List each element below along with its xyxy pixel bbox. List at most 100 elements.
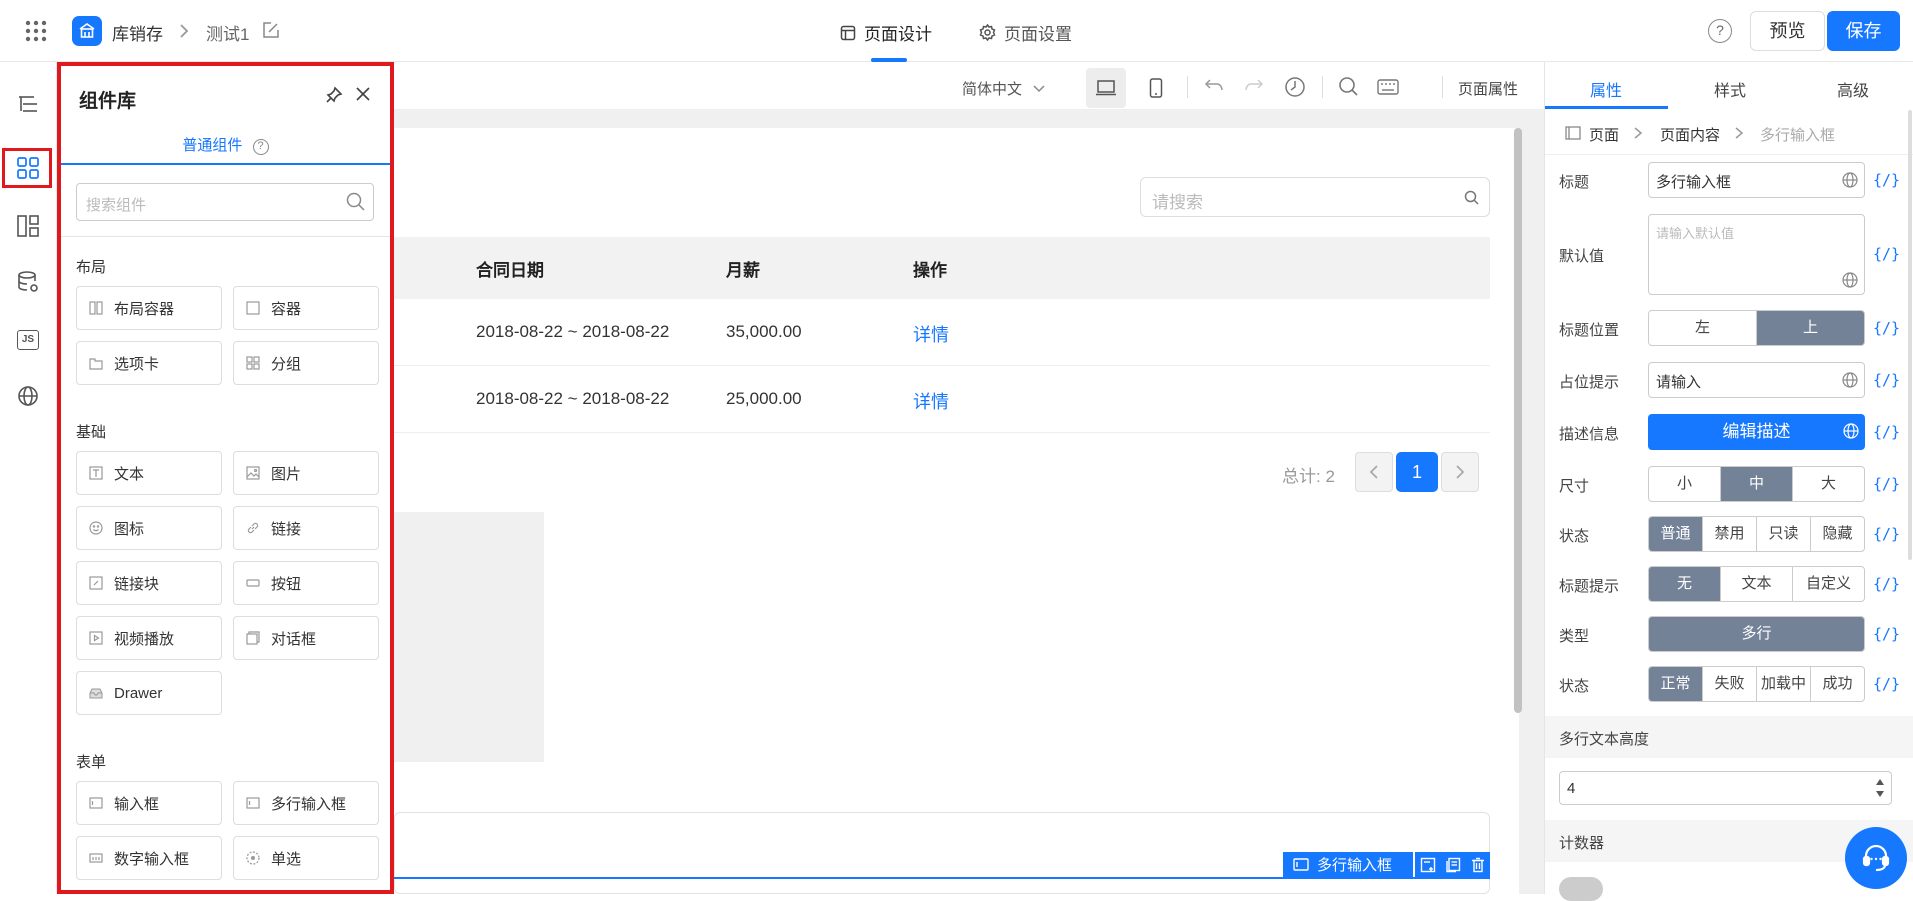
segment-option[interactable]: 小 xyxy=(1649,467,1721,501)
panel-scrollbar[interactable] xyxy=(1908,110,1912,560)
variable-binding-icon[interactable]: {/} xyxy=(1873,675,1900,693)
segment-option[interactable]: 成功 xyxy=(1811,667,1864,701)
preview-button[interactable]: 预览 xyxy=(1750,11,1825,51)
component-drawer[interactable]: Drawer xyxy=(76,671,222,715)
segment-option[interactable]: 失败 xyxy=(1703,667,1757,701)
component-number-input[interactable]: 数字输入框 xyxy=(76,836,222,880)
placeholder-input[interactable]: 请输入 xyxy=(1648,362,1865,398)
segment-option[interactable]: 隐藏 xyxy=(1811,517,1864,551)
component-dialog[interactable]: 对话框 xyxy=(233,616,379,660)
table-search-input[interactable]: 请搜索 xyxy=(1140,177,1490,217)
segment-option-selected[interactable]: 正常 xyxy=(1649,667,1703,701)
canvas-scrollbar[interactable] xyxy=(1514,128,1522,713)
globe-icon[interactable] xyxy=(1842,372,1858,388)
counter-toggle[interactable] xyxy=(1559,877,1603,901)
stepper-icon[interactable] xyxy=(1875,776,1885,800)
variable-binding-icon[interactable]: {/} xyxy=(1873,525,1900,543)
edit-description-button[interactable]: 编辑描述 xyxy=(1648,414,1865,450)
segment-option-selected[interactable]: 无 xyxy=(1649,567,1721,601)
next-page-button[interactable] xyxy=(1441,452,1479,492)
help-icon[interactable]: ? xyxy=(1708,19,1732,43)
tab-page-settings[interactable]: 页面设置 xyxy=(979,20,1072,45)
component-textarea[interactable]: 多行输入框 xyxy=(233,781,379,825)
insert-icon[interactable] xyxy=(1420,857,1436,873)
component-text[interactable]: 文本 xyxy=(76,451,222,495)
globe-icon[interactable] xyxy=(1842,172,1858,188)
component-search-input[interactable]: 搜索组件 xyxy=(76,183,374,221)
pin-icon[interactable] xyxy=(325,86,343,104)
breadcrumb-item[interactable]: 页面 xyxy=(1589,124,1619,145)
desktop-view-icon[interactable] xyxy=(1086,68,1126,108)
segment-option[interactable]: 文本 xyxy=(1721,567,1793,601)
detail-link[interactable]: 详情 xyxy=(913,388,949,414)
outline-icon[interactable] xyxy=(14,90,42,118)
globe-icon[interactable] xyxy=(1842,272,1858,288)
breadcrumb-item[interactable]: 页面内容 xyxy=(1660,124,1720,145)
segment-option-selected[interactable]: 上 xyxy=(1757,311,1864,345)
variable-binding-icon[interactable]: {/} xyxy=(1873,475,1900,493)
keyboard-icon[interactable] xyxy=(1377,79,1399,95)
detail-link[interactable]: 详情 xyxy=(913,321,949,347)
globe-icon[interactable] xyxy=(1843,423,1859,439)
redo-icon[interactable] xyxy=(1244,76,1266,96)
segment-option-selected[interactable]: 中 xyxy=(1721,467,1793,501)
default-value-textarea[interactable]: 请输入默认值 xyxy=(1648,214,1865,295)
save-button[interactable]: 保存 xyxy=(1827,11,1900,51)
component-icon[interactable]: 图标 xyxy=(76,506,222,550)
app-name[interactable]: 库销存 xyxy=(112,20,163,45)
component-group[interactable]: 分组 xyxy=(233,341,379,385)
component-container[interactable]: 容器 xyxy=(233,286,379,330)
tab-page-design[interactable]: 页面设计 xyxy=(840,20,932,45)
help-icon[interactable]: ? xyxy=(252,139,269,155)
component-radio[interactable]: 单选 xyxy=(233,836,379,880)
tab-style[interactable]: 样式 xyxy=(1714,77,1746,101)
component-link[interactable]: 链接 xyxy=(233,506,379,550)
segment-option[interactable]: 只读 xyxy=(1757,517,1811,551)
mobile-view-icon[interactable] xyxy=(1136,68,1176,108)
layout-icon[interactable] xyxy=(14,212,42,240)
support-chat-icon[interactable] xyxy=(1845,827,1907,889)
segment-option[interactable]: 自定义 xyxy=(1793,567,1864,601)
component-layout-container[interactable]: 布局容器 xyxy=(76,286,222,330)
variable-binding-icon[interactable]: {/} xyxy=(1873,245,1900,263)
segment-option[interactable]: 禁用 xyxy=(1703,517,1757,551)
segment-option[interactable]: 加载中 xyxy=(1757,667,1811,701)
component-input[interactable]: 输入框 xyxy=(76,781,222,825)
segment-option-selected[interactable]: 普通 xyxy=(1649,517,1703,551)
segment-option[interactable]: 左 xyxy=(1649,311,1757,345)
tab-advanced[interactable]: 高级 xyxy=(1837,77,1869,101)
copy-icon[interactable] xyxy=(1445,857,1461,873)
variable-binding-icon[interactable]: {/} xyxy=(1873,423,1900,441)
close-icon[interactable] xyxy=(355,86,371,102)
component-button[interactable]: 按钮 xyxy=(233,561,379,605)
datasource-icon[interactable] xyxy=(14,268,42,296)
delete-icon[interactable] xyxy=(1470,857,1486,873)
variable-binding-icon[interactable]: {/} xyxy=(1873,319,1900,337)
variable-binding-icon[interactable]: {/} xyxy=(1873,371,1900,389)
rows-number-input[interactable]: 4 xyxy=(1559,771,1892,805)
variable-binding-icon[interactable]: {/} xyxy=(1873,625,1900,643)
component-link-block[interactable]: 链接块 xyxy=(76,561,222,605)
segment-option-selected[interactable]: 多行 xyxy=(1649,617,1864,651)
history-icon[interactable] xyxy=(1284,76,1306,98)
apps-grid-icon[interactable] xyxy=(24,19,48,43)
components-icon[interactable] xyxy=(14,154,42,182)
current-page[interactable]: 1 xyxy=(1396,452,1438,492)
variable-binding-icon[interactable]: {/} xyxy=(1873,171,1900,189)
segment-option[interactable]: 大 xyxy=(1793,467,1864,501)
language-select[interactable]: 简体中文 xyxy=(962,78,1046,99)
undo-icon[interactable] xyxy=(1202,76,1224,96)
component-tabs[interactable]: 选项卡 xyxy=(76,341,222,385)
variable-binding-icon[interactable]: {/} xyxy=(1873,575,1900,593)
tab-common-components[interactable]: 普通组件 ? xyxy=(61,134,390,155)
js-icon[interactable]: JS xyxy=(14,326,42,354)
selected-component-tag[interactable]: 多行输入框 xyxy=(1283,852,1413,877)
page-properties-link[interactable]: 页面属性 xyxy=(1458,78,1518,99)
tab-properties[interactable]: 属性 xyxy=(1590,77,1622,101)
title-input[interactable]: 多行输入框 xyxy=(1648,162,1865,198)
globe-icon[interactable] xyxy=(14,382,42,410)
search-icon[interactable] xyxy=(1338,76,1359,97)
edit-icon[interactable] xyxy=(262,21,280,39)
prev-page-button[interactable] xyxy=(1355,452,1393,492)
component-video[interactable]: 视频播放 xyxy=(76,616,222,660)
